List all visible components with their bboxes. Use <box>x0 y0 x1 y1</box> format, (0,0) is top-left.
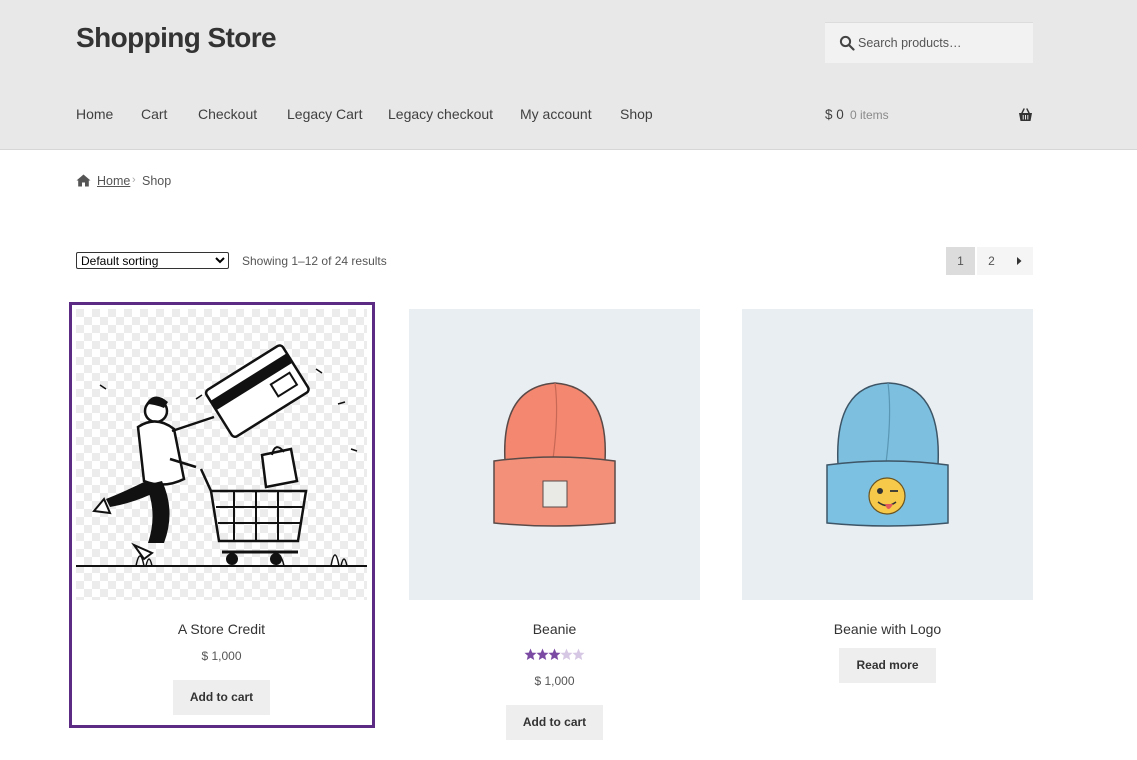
add-to-cart-button[interactable]: Add to cart <box>505 705 604 740</box>
page-1-button[interactable]: 1 <box>946 247 975 275</box>
nav-checkout-link[interactable]: Checkout <box>198 106 257 122</box>
site-title[interactable]: Shopping Store <box>76 22 277 54</box>
product-card: Beanie with Logo Read more <box>742 309 1033 683</box>
search-icon <box>839 35 855 51</box>
product-card: A Store Credit $ 1,000 Add to cart <box>76 309 367 715</box>
nav-cart-link[interactable]: Cart <box>141 106 167 122</box>
page-2-button[interactable]: 2 <box>977 247 1006 275</box>
product-image[interactable] <box>409 309 700 600</box>
search-box[interactable] <box>825 22 1033 63</box>
sorting-select[interactable]: Default sorting <box>76 252 229 269</box>
orange-beanie-image <box>493 382 616 527</box>
breadcrumb-current: Shop <box>142 174 172 188</box>
product-card: Beanie $ 1,000 Add to cart <box>409 309 700 740</box>
caret-right-icon <box>1016 257 1021 265</box>
blue-beanie-image <box>826 382 949 527</box>
search-input[interactable] <box>858 33 1028 53</box>
nav-shop-link[interactable]: Shop <box>620 106 653 122</box>
nav-my-account-link[interactable]: My account <box>520 106 592 122</box>
read-more-button[interactable]: Read more <box>839 648 936 683</box>
rating-stars-icon <box>524 648 584 660</box>
shopping-cart-illustration <box>76 309 367 600</box>
product-image[interactable] <box>76 309 367 600</box>
add-to-cart-button[interactable]: Add to cart <box>172 680 271 715</box>
product-image[interactable] <box>742 309 1033 600</box>
product-name[interactable]: Beanie with Logo <box>742 621 1033 639</box>
product-price: $ 1,000 <box>201 649 242 663</box>
cart-item-count: 0 items <box>850 108 889 122</box>
star-rating <box>409 648 700 666</box>
cart-amount: $ 0 <box>825 107 844 122</box>
nav-home-link[interactable]: Home <box>76 106 113 122</box>
site-header: Shopping Store Home Cart Checkout Legacy… <box>0 0 1137 150</box>
product-price: $ 1,000 <box>534 674 575 688</box>
next-page-button[interactable] <box>1004 247 1033 275</box>
header-cart[interactable]: $ 0 0 items <box>825 107 1033 127</box>
breadcrumb-separator: › <box>132 174 136 186</box>
product-name[interactable]: A Store Credit <box>76 621 367 639</box>
nav-legacy-cart-link[interactable]: Legacy Cart <box>287 106 362 122</box>
nav-legacy-checkout-link[interactable]: Legacy checkout <box>388 106 493 122</box>
breadcrumb-home-link[interactable]: Home <box>97 174 130 188</box>
home-icon <box>76 174 91 187</box>
result-count: Showing 1–12 of 24 results <box>242 254 387 268</box>
product-name[interactable]: Beanie <box>409 621 700 639</box>
basket-icon <box>1019 108 1032 121</box>
